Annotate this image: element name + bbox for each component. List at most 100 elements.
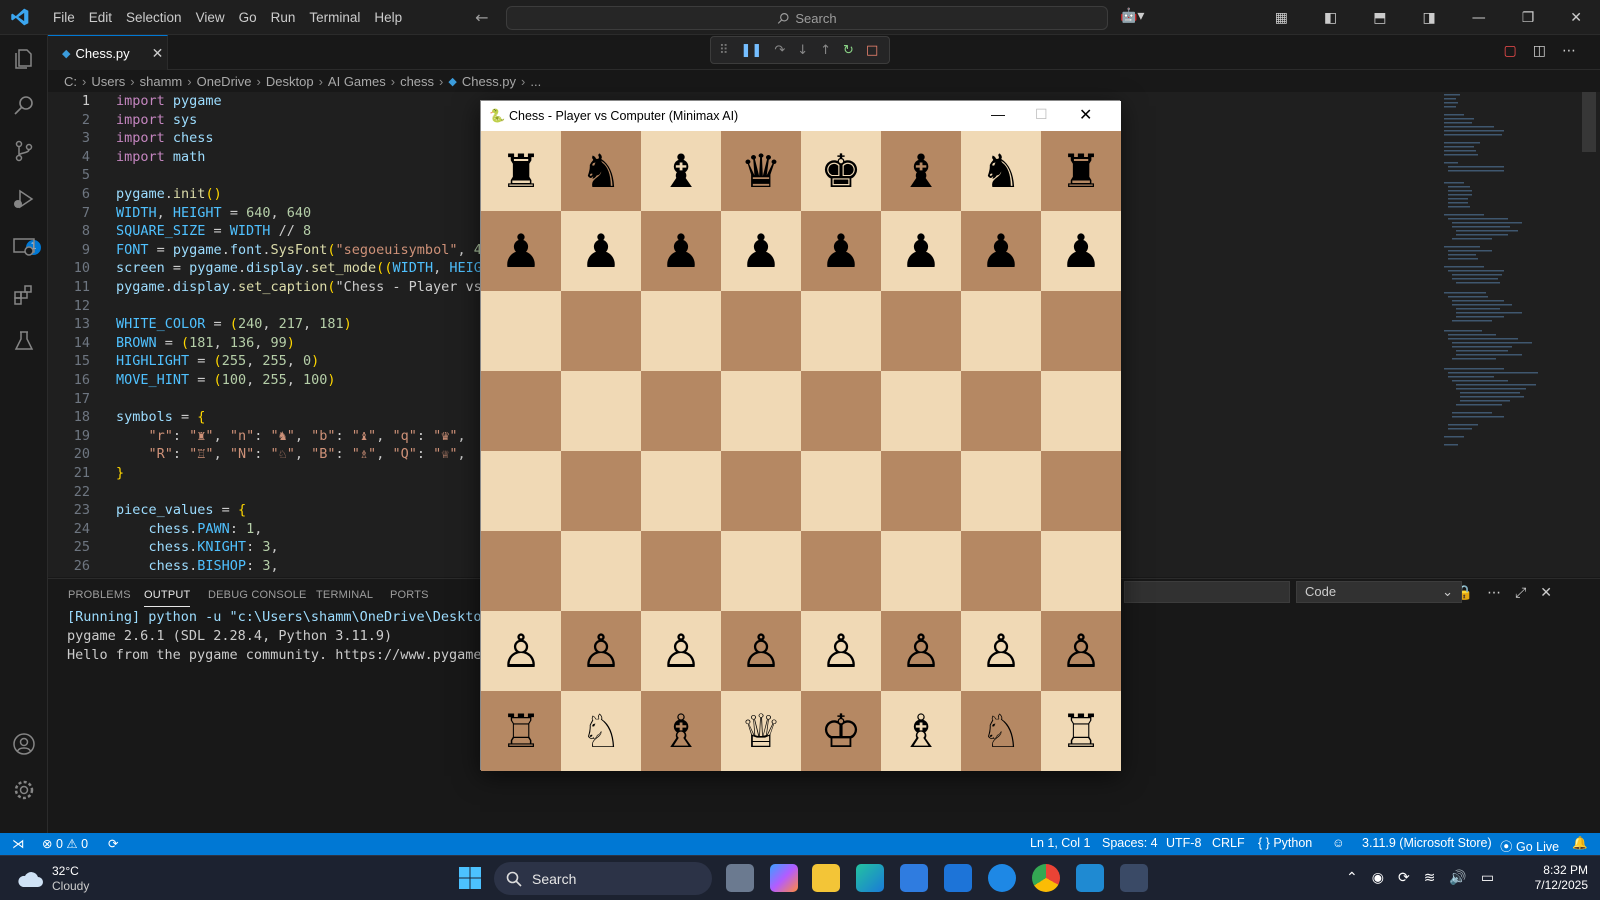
minimize-icon[interactable]: — — [991, 106, 1005, 122]
board-square[interactable] — [641, 451, 721, 531]
maximize-panel-icon[interactable]: ⤢ — [1515, 585, 1526, 601]
split-editor-icon[interactable]: ◫ — [1533, 43, 1546, 59]
minimize-icon[interactable]: — — [1472, 10, 1486, 26]
task-view-icon[interactable] — [726, 864, 754, 892]
menu-edit[interactable]: Edit — [82, 0, 119, 35]
testing-icon[interactable] — [12, 329, 36, 353]
step-into-icon[interactable]: ↓ — [797, 43, 808, 58]
stop-debug-icon[interactable]: □ — [866, 43, 878, 58]
copilot-status-icon[interactable]: ☺ — [1332, 836, 1345, 850]
chess-piece-square[interactable]: ♟ — [881, 211, 961, 291]
board-square[interactable] — [641, 371, 721, 451]
chess-piece-square[interactable]: ♘ — [961, 691, 1041, 771]
board-square[interactable] — [961, 531, 1041, 611]
board-square[interactable] — [961, 451, 1041, 531]
clock[interactable]: 8:32 PM 7/12/2025 — [1520, 863, 1588, 893]
security-icon[interactable]: ◉ — [1372, 869, 1384, 886]
edge-icon[interactable] — [856, 864, 884, 892]
source-control-icon[interactable] — [12, 139, 36, 163]
output-channel-select[interactable]: Code ⌄ — [1296, 581, 1462, 603]
menu-terminal[interactable]: Terminal — [302, 0, 367, 35]
board-square[interactable] — [721, 291, 801, 371]
chrome-icon[interactable] — [1032, 864, 1060, 892]
run-code-icon[interactable]: ⟳ — [108, 836, 118, 851]
chess-piece-square[interactable]: ♝ — [641, 131, 721, 211]
board-square[interactable] — [481, 451, 561, 531]
chess-piece-square[interactable]: ♟ — [721, 211, 801, 291]
restart-icon[interactable]: ↻ — [843, 43, 854, 58]
taskbar-search[interactable]: Search — [494, 862, 712, 895]
board-square[interactable] — [801, 531, 881, 611]
chess-piece-square[interactable]: ♝ — [881, 131, 961, 211]
board-square[interactable] — [961, 291, 1041, 371]
extensions-icon[interactable] — [12, 283, 36, 307]
language-mode[interactable]: { } Python — [1258, 836, 1312, 850]
bell-icon[interactable]: 🔔 — [1572, 836, 1588, 851]
chess-piece-square[interactable]: ♞ — [961, 131, 1041, 211]
board-square[interactable] — [641, 531, 721, 611]
chess-piece-square[interactable]: ♘ — [561, 691, 641, 771]
chess-piece-square[interactable]: ♙ — [1041, 611, 1121, 691]
board-square[interactable] — [881, 531, 961, 611]
sync-icon[interactable]: ⟳ — [1398, 869, 1410, 886]
run-debug-icon[interactable] — [12, 187, 36, 211]
wifi-icon[interactable]: ≋ — [1424, 869, 1436, 886]
chess-piece-square[interactable]: ♕ — [721, 691, 801, 771]
tab-chess-py[interactable]: ◆ Chess.py ✕ — [48, 35, 168, 70]
board-square[interactable] — [481, 371, 561, 451]
search-icon[interactable] — [12, 93, 36, 117]
file-explorer-icon[interactable] — [812, 864, 840, 892]
chess-piece-square[interactable]: ♟ — [481, 211, 561, 291]
chess-piece-square[interactable]: ♙ — [721, 611, 801, 691]
weather-widget[interactable]: 32°C Cloudy — [16, 864, 89, 894]
chess-piece-square[interactable]: ♖ — [481, 691, 561, 771]
layout-customize-icon[interactable]: ▦ — [1275, 10, 1288, 26]
close-icon[interactable]: ✕ — [1570, 10, 1582, 26]
tab-terminal[interactable]: TERMINAL — [316, 589, 373, 601]
problems-status[interactable]: ⊗ 0 ⚠ 0 — [42, 836, 88, 851]
menu-file[interactable]: File — [46, 0, 82, 35]
back-arrow-icon[interactable]: ← — [475, 8, 488, 27]
step-out-icon[interactable]: ↑ — [820, 43, 831, 58]
chess-piece-square[interactable]: ♙ — [481, 611, 561, 691]
chess-piece-square[interactable]: ♙ — [561, 611, 641, 691]
board-square[interactable] — [801, 371, 881, 451]
chess-piece-square[interactable]: ♚ — [801, 131, 881, 211]
board-square[interactable] — [1041, 451, 1121, 531]
chess-piece-square[interactable]: ♗ — [641, 691, 721, 771]
chess-piece-square[interactable]: ♟ — [561, 211, 641, 291]
chess-piece-square[interactable]: ♙ — [801, 611, 881, 691]
cursor-position[interactable]: Ln 1, Col 1 — [1030, 836, 1090, 850]
board-square[interactable] — [801, 291, 881, 371]
chess-piece-square[interactable]: ♜ — [481, 131, 561, 211]
board-square[interactable] — [561, 371, 641, 451]
menu-run[interactable]: Run — [264, 0, 303, 35]
crumb-ai-games[interactable]: AI Games — [328, 74, 386, 89]
board-square[interactable] — [1041, 291, 1121, 371]
tab-ports[interactable]: PORTS — [390, 589, 429, 601]
copilot-app-icon[interactable] — [770, 864, 798, 892]
board-square[interactable] — [881, 371, 961, 451]
board-square[interactable] — [801, 451, 881, 531]
board-square[interactable] — [641, 291, 721, 371]
chess-piece-square[interactable]: ♜ — [1041, 131, 1121, 211]
more-actions-icon[interactable]: ⋯ — [1487, 585, 1501, 601]
board-square[interactable] — [1041, 531, 1121, 611]
chess-piece-square[interactable]: ♙ — [641, 611, 721, 691]
toggle-panel-icon[interactable]: ⬒ — [1373, 10, 1386, 26]
explorer-icon[interactable] — [12, 47, 36, 71]
copilot-icon[interactable]: 🤖▾ — [1120, 8, 1144, 24]
chess-piece-square[interactable]: ♗ — [881, 691, 961, 771]
board-square[interactable] — [721, 371, 801, 451]
maximize-icon[interactable]: ☐ — [1035, 106, 1048, 123]
stop-icon[interactable]: ▢ — [1504, 43, 1517, 59]
remote-explorer-icon[interactable] — [12, 235, 36, 259]
menu-go[interactable]: Go — [232, 0, 264, 35]
encoding[interactable]: UTF-8 — [1166, 836, 1201, 850]
chess-piece-square[interactable]: ♟ — [641, 211, 721, 291]
python-taskbar-icon[interactable] — [1120, 864, 1148, 892]
tab-problems[interactable]: PROBLEMS — [68, 589, 131, 601]
crumb-user[interactable]: shamm — [140, 74, 183, 89]
chess-piece-square[interactable]: ♔ — [801, 691, 881, 771]
chess-piece-square[interactable]: ♞ — [561, 131, 641, 211]
